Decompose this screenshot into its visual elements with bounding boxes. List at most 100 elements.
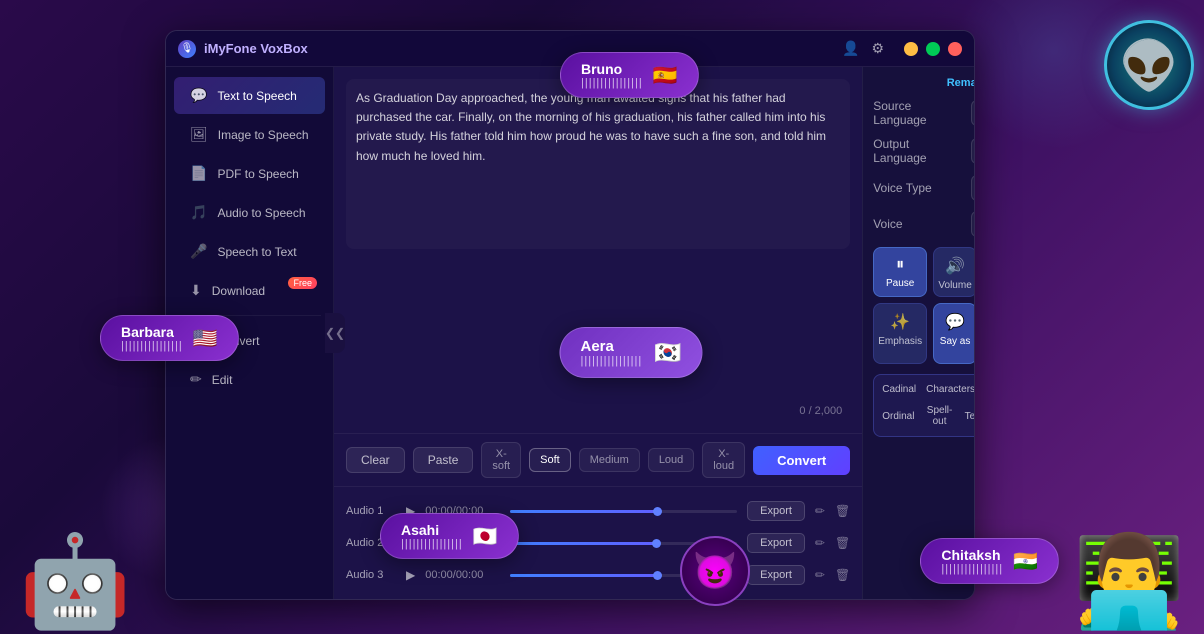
app-body: 💬 Text to Speech 🖼 Image to Speech 📄 PDF… [166, 67, 974, 599]
audio-to-speech-icon: 🎵 [190, 204, 207, 221]
emphasis-icon: ✨ [890, 312, 910, 332]
audio-2-edit-icon[interactable]: ✏ [815, 536, 825, 550]
devil-icon: 😈 [680, 536, 750, 606]
convert-button[interactable]: Convert [753, 446, 850, 475]
bubble-chitaksh-name: Chitaksh [941, 547, 1000, 563]
source-language-row: Source Language English [873, 99, 975, 127]
sidebar-item-label-tts: Text to Speech [217, 89, 296, 103]
title-icons: 👤 ⚙ [842, 40, 884, 57]
sidebar-item-label-ats: Audio to Speech [217, 206, 305, 220]
pause-label: Pause [886, 278, 914, 289]
audio-3-play[interactable]: ▶ [406, 568, 415, 582]
app-window: 🎙 iMyFone VoxBox 👤 ⚙ 💬 Text to Speech 🖼 … [165, 30, 975, 600]
table-row: Audio 3 ▶ 00:00/00:00 Export ✏ 🗑 [346, 559, 850, 591]
bubble-bruno-name: Bruno [581, 61, 622, 77]
voice-label: Voice [873, 217, 963, 231]
sidebar-item-image-to-speech[interactable]: 🖼 Image to Speech [174, 116, 325, 153]
sidebar-item-edit[interactable]: ✏ Edit [174, 361, 325, 398]
bubble-bruno-waves: |||||||||||||||| [581, 77, 643, 89]
audio-1-edit-icon[interactable]: ✏ [815, 504, 825, 518]
bubble-chitaksh[interactable]: Chitaksh |||||||||||||||| 🇮🇳 [920, 538, 1059, 584]
output-language-row: Output Language English [873, 137, 975, 165]
audio-2-delete-icon[interactable]: 🗑 [835, 536, 850, 550]
sidebar-item-label-edit: Edit [212, 373, 233, 387]
source-language-select[interactable]: English [971, 100, 975, 126]
speed-x-loud[interactable]: X-loud [702, 442, 745, 478]
alien-avatar: 👽 [1104, 20, 1194, 110]
sidebar-item-text-to-speech[interactable]: 💬 Text to Speech [174, 77, 325, 114]
download-icon: ⬇ [190, 282, 202, 299]
image-to-speech-icon: 🖼 [190, 126, 208, 143]
say-as-dropdown: Cadinal Characters Currency Date Expleti… [873, 374, 975, 437]
speed-soft[interactable]: Soft [529, 448, 571, 472]
audio-1-label: Audio 1 [346, 505, 396, 517]
controls-bar: Clear Paste X-soft Soft Medium Loud X-lo… [334, 433, 862, 486]
voice-type-select[interactable]: English [971, 175, 975, 201]
voice-card-name: Aera [581, 338, 643, 355]
say-as-characters[interactable]: Characters [922, 379, 975, 400]
voice-card-aera[interactable]: Aera |||||||||||||||| 🇰🇷 [560, 327, 703, 378]
user-icon[interactable]: 👤 [842, 40, 859, 57]
audio-3-time: 00:00/00:00 [425, 569, 500, 581]
speed-loud[interactable]: Loud [648, 448, 694, 472]
sidebar-item-pdf-to-speech[interactable]: 📄 PDF to Speech [174, 155, 325, 192]
audio-1-export[interactable]: Export [747, 501, 805, 521]
voice-select[interactable]: English [971, 211, 975, 237]
app-title: iMyFone VoxBox [204, 41, 834, 56]
bubble-barbara[interactable]: Barbara |||||||||||||||| 🇺🇸 [100, 315, 239, 361]
person-avatar: 👨‍💻 [1064, 454, 1194, 634]
toolbar-emphasis[interactable]: ✨ Emphasis [873, 303, 927, 364]
toolbar-say-as[interactable]: 💬 Say as [933, 303, 975, 364]
bubble-barbara-flag: 🇺🇸 [193, 326, 218, 351]
audio-3-edit-icon[interactable]: ✏ [815, 568, 825, 582]
bubble-barbara-name: Barbara [121, 324, 174, 340]
toolbar-volume[interactable]: 🔊 Volume [933, 247, 975, 297]
audio-2-export[interactable]: Export [747, 533, 805, 553]
text-to-speech-icon: 💬 [190, 87, 207, 104]
maximize-button[interactable] [926, 42, 940, 56]
voice-row: Voice English [873, 211, 975, 237]
speed-x-soft[interactable]: X-soft [481, 442, 521, 478]
voice-type-select-wrap: English [971, 175, 975, 201]
bubble-asahi[interactable]: Asahi |||||||||||||||| 🇯🇵 [380, 513, 519, 559]
say-as-label: Say as [940, 336, 971, 347]
say-as-ordinal[interactable]: Ordinal [878, 400, 918, 432]
audio-3-label: Audio 3 [346, 569, 396, 581]
audio-1-delete-icon[interactable]: 🗑 [835, 504, 850, 518]
bubble-asahi-flag: 🇯🇵 [473, 524, 498, 549]
output-language-select[interactable]: English [971, 138, 975, 164]
app-icon: 🎙 [178, 40, 196, 58]
text-input[interactable]: As Graduation Day approached, the young … [346, 79, 850, 249]
speed-medium[interactable]: Medium [579, 448, 640, 472]
pause-icon: ⏸ [896, 256, 904, 274]
edit-icon: ✏ [190, 371, 202, 388]
say-as-spell-out[interactable]: Spell-out [920, 400, 958, 432]
volume-label: Volume [938, 280, 971, 291]
emphasis-label: Emphasis [878, 336, 922, 347]
settings-icon[interactable]: ⚙ [871, 40, 884, 57]
bubble-asahi-waves: |||||||||||||||| [401, 538, 463, 550]
voice-card-waves: |||||||||||||||| [581, 355, 643, 367]
sidebar-item-label-pts: PDF to Speech [217, 167, 298, 181]
close-button[interactable] [948, 42, 962, 56]
minimize-button[interactable] [904, 42, 918, 56]
free-badge: Free [288, 277, 317, 289]
sidebar-item-download[interactable]: ⬇ Download Free [174, 272, 325, 309]
sidebar-item-audio-to-speech[interactable]: 🎵 Audio to Speech [174, 194, 325, 231]
audio-3-delete-icon[interactable]: 🗑 [835, 568, 850, 582]
output-language-select-wrap: English [971, 138, 975, 164]
say-as-cadinal[interactable]: Cadinal [878, 379, 920, 400]
audio-3-export[interactable]: Export [747, 565, 805, 585]
bubble-chitaksh-waves: |||||||||||||||| [941, 563, 1003, 575]
right-panel: Remaining character(s): 8999 Source Lang… [862, 67, 975, 599]
bubble-bruno[interactable]: Bruno |||||||||||||||| 🇪🇸 [560, 52, 699, 98]
paste-button[interactable]: Paste [413, 447, 474, 473]
clear-button[interactable]: Clear [346, 447, 405, 473]
sidebar-collapse-arrow[interactable]: ❮❮ [325, 313, 345, 353]
toolbar-pause[interactable]: ⏸ Pause [873, 247, 927, 297]
say-as-telephone[interactable]: Telephone [961, 400, 975, 432]
bubble-bruno-flag: 🇪🇸 [653, 63, 678, 88]
source-language-label: Source Language [873, 99, 963, 127]
sidebar-item-speech-to-text[interactable]: 🎤 Speech to Text [174, 233, 325, 270]
audio-1-progress[interactable] [510, 510, 737, 513]
